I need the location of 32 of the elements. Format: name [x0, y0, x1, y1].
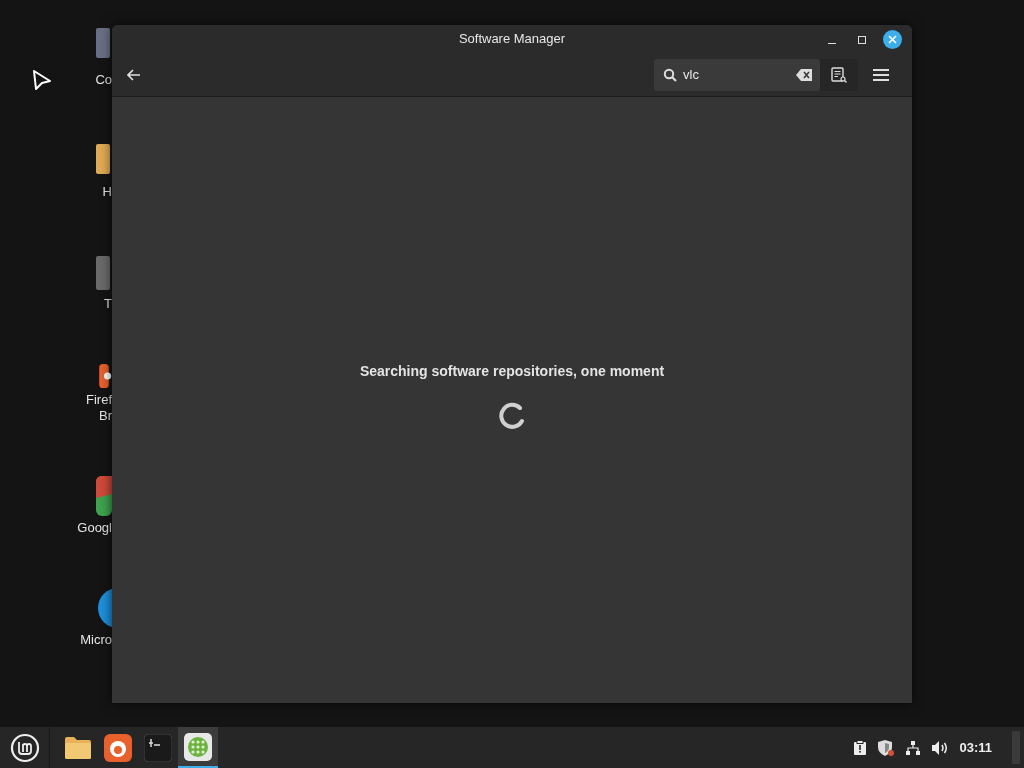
- backspace-icon: [796, 68, 812, 81]
- search-icon: [663, 67, 677, 82]
- loading-message: Searching software repositories, one moment: [359, 362, 665, 381]
- search-list-button[interactable]: [820, 58, 858, 91]
- terminal-icon: [144, 733, 172, 762]
- desktop-icon-label: Co: [95, 72, 112, 88]
- volume-icon[interactable]: [931, 739, 950, 756]
- taskbar-launcher[interactable]: [178, 727, 218, 768]
- desktop-icon-label: Googl: [77, 520, 112, 536]
- clock[interactable]: 03:11: [959, 737, 992, 758]
- menu-icon: [873, 68, 889, 81]
- desktop-icon-label: T: [104, 296, 112, 312]
- loading-spinner: [498, 402, 526, 430]
- desktop-icon-label: Micro: [80, 632, 112, 648]
- search-field[interactable]: vlc: [654, 58, 820, 91]
- grid-icon: [184, 732, 212, 761]
- app-icon[interactable]: [96, 476, 112, 516]
- window-title: Software Manager: [458, 30, 566, 49]
- desktop-icon-label: Firef: [86, 392, 112, 408]
- app-icon[interactable]: [96, 364, 112, 388]
- clipboard-icon[interactable]: [853, 739, 868, 756]
- document-search-icon: [831, 66, 847, 83]
- shield-icon[interactable]: [877, 738, 896, 757]
- folder-icon: [64, 735, 92, 760]
- pointer-icon: [32, 69, 52, 91]
- close-icon: [888, 35, 897, 44]
- network-icon[interactable]: [905, 739, 922, 756]
- desktop-icon-label: Br: [99, 408, 112, 424]
- desktop-icon-label: H: [102, 184, 112, 200]
- clear-button[interactable]: [796, 67, 814, 82]
- fox-icon: [104, 733, 132, 762]
- close-button[interactable]: [883, 30, 902, 49]
